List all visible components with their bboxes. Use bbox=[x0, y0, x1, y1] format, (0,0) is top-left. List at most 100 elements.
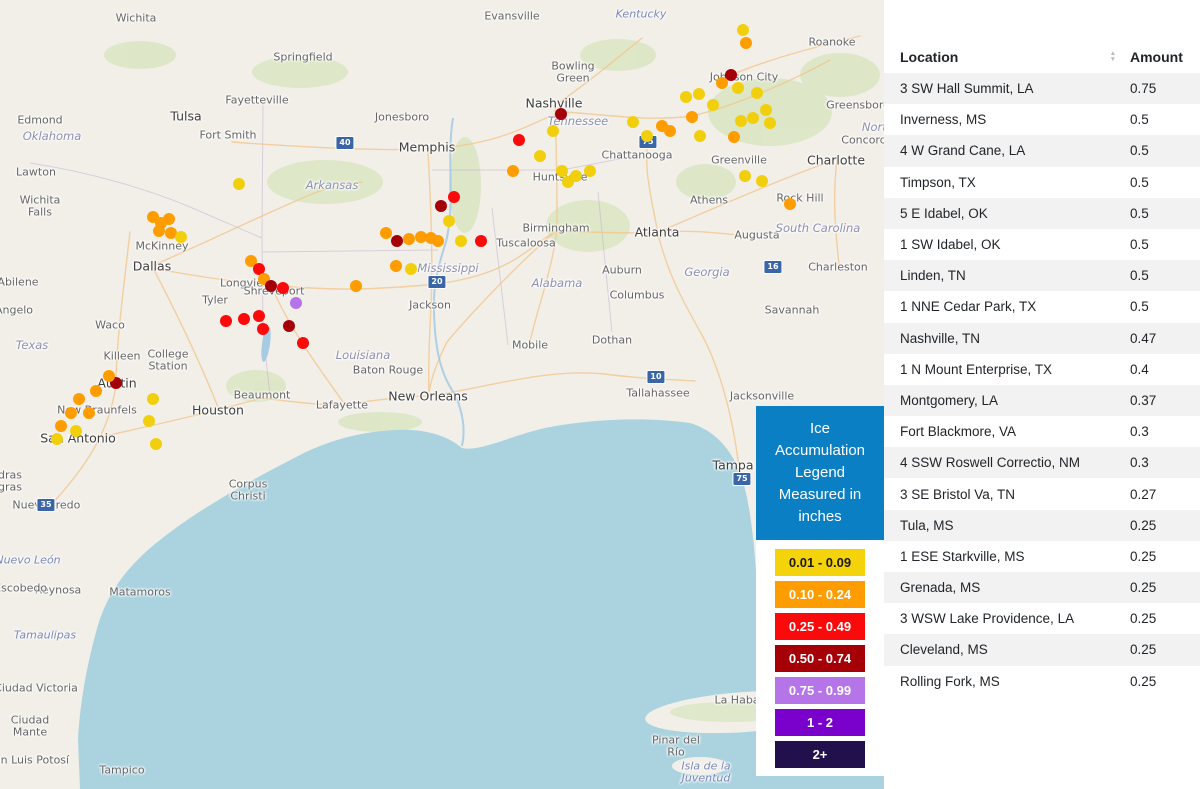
map-marker[interactable] bbox=[534, 150, 546, 162]
table-row[interactable]: 4 W Grand Cane, LA0.5 bbox=[884, 135, 1200, 166]
map-marker[interactable] bbox=[143, 415, 155, 427]
legend-item: 0.10 - 0.24 bbox=[775, 581, 865, 608]
column-header-amount[interactable]: Amount bbox=[1130, 49, 1200, 65]
map-marker[interactable] bbox=[513, 134, 525, 146]
map-marker[interactable] bbox=[735, 115, 747, 127]
table-row[interactable]: 1 NNE Cedar Park, TX0.5 bbox=[884, 291, 1200, 322]
map-marker[interactable] bbox=[693, 88, 705, 100]
map-label: Angelo bbox=[0, 304, 33, 317]
map-marker[interactable] bbox=[297, 337, 309, 349]
map-marker[interactable] bbox=[716, 77, 728, 89]
map-marker[interactable] bbox=[455, 235, 467, 247]
map-marker[interactable] bbox=[751, 87, 763, 99]
map-marker[interactable] bbox=[443, 215, 455, 227]
map-marker[interactable] bbox=[448, 191, 460, 203]
map-marker[interactable] bbox=[103, 370, 115, 382]
map-marker[interactable] bbox=[147, 393, 159, 405]
map-marker[interactable] bbox=[686, 111, 698, 123]
map-marker[interactable] bbox=[664, 125, 676, 137]
map-marker[interactable] bbox=[83, 407, 95, 419]
table-row[interactable]: 3 SE Bristol Va, TN0.27 bbox=[884, 478, 1200, 509]
map-marker[interactable] bbox=[555, 108, 567, 120]
map-marker[interactable] bbox=[562, 176, 574, 188]
map-label: Mississippi bbox=[417, 261, 478, 275]
highway-shield-icon: 35 bbox=[36, 498, 55, 512]
map-marker[interactable] bbox=[73, 393, 85, 405]
map-marker[interactable] bbox=[740, 37, 752, 49]
cell-location: 1 ESE Starkville, MS bbox=[884, 549, 1130, 564]
map-marker[interactable] bbox=[90, 385, 102, 397]
map-marker[interactable] bbox=[627, 116, 639, 128]
table-row[interactable]: Montgomery, LA0.37 bbox=[884, 385, 1200, 416]
map-label: gras bbox=[0, 481, 22, 494]
map-marker[interactable] bbox=[163, 213, 175, 225]
table-row[interactable]: 5 E Idabel, OK0.5 bbox=[884, 198, 1200, 229]
map-marker[interactable] bbox=[253, 310, 265, 322]
map-marker[interactable] bbox=[764, 117, 776, 129]
map-marker[interactable] bbox=[784, 198, 796, 210]
table-row[interactable]: 1 ESE Starkville, MS0.25 bbox=[884, 541, 1200, 572]
map-marker[interactable] bbox=[641, 130, 653, 142]
map-marker[interactable] bbox=[391, 235, 403, 247]
table-row[interactable]: Inverness, MS0.5 bbox=[884, 104, 1200, 135]
highway-shield-icon: 16 bbox=[763, 260, 782, 274]
map-marker[interactable] bbox=[153, 225, 165, 237]
map-marker[interactable] bbox=[584, 165, 596, 177]
map-marker[interactable] bbox=[220, 315, 232, 327]
map-marker[interactable] bbox=[70, 425, 82, 437]
map-marker[interactable] bbox=[728, 131, 740, 143]
map-marker[interactable] bbox=[760, 104, 772, 116]
column-header-location[interactable]: Location ▲ ▼ bbox=[884, 49, 1130, 65]
map-marker[interactable] bbox=[507, 165, 519, 177]
map-marker[interactable] bbox=[747, 112, 759, 124]
map-marker[interactable] bbox=[380, 227, 392, 239]
table-row[interactable]: Grenada, MS0.25 bbox=[884, 572, 1200, 603]
map-marker[interactable] bbox=[65, 407, 77, 419]
map-marker[interactable] bbox=[350, 280, 362, 292]
map-marker[interactable] bbox=[405, 263, 417, 275]
table-row[interactable]: 3 SW Hall Summit, LA0.75 bbox=[884, 73, 1200, 104]
map-marker[interactable] bbox=[277, 282, 289, 294]
map-marker[interactable] bbox=[475, 235, 487, 247]
sort-icon[interactable]: ▲ ▼ bbox=[1110, 51, 1116, 63]
table-row[interactable]: 1 SW Idabel, OK0.5 bbox=[884, 229, 1200, 260]
map-marker[interactable] bbox=[732, 82, 744, 94]
table-row[interactable]: Fort Blackmore, VA0.3 bbox=[884, 416, 1200, 447]
map-marker[interactable] bbox=[290, 297, 302, 309]
map[interactable]: WichitaSpringfieldEvansvilleKentuckyRoan… bbox=[0, 0, 884, 789]
table-row[interactable]: Linden, TN0.5 bbox=[884, 260, 1200, 291]
table-row[interactable]: Timpson, TX0.5 bbox=[884, 167, 1200, 198]
map-marker[interactable] bbox=[390, 260, 402, 272]
map-marker[interactable] bbox=[756, 175, 768, 187]
map-marker[interactable] bbox=[51, 433, 63, 445]
map-marker[interactable] bbox=[435, 200, 447, 212]
map-marker[interactable] bbox=[175, 231, 187, 243]
table-row[interactable]: 3 WSW Lake Providence, LA0.25 bbox=[884, 603, 1200, 634]
map-label: Fort Smith bbox=[199, 129, 256, 142]
map-marker[interactable] bbox=[680, 91, 692, 103]
table-row[interactable]: 1 N Mount Enterprise, TX0.4 bbox=[884, 354, 1200, 385]
map-marker[interactable] bbox=[547, 125, 559, 137]
map-marker[interactable] bbox=[403, 233, 415, 245]
map-marker[interactable] bbox=[150, 438, 162, 450]
map-marker[interactable] bbox=[739, 170, 751, 182]
map-marker[interactable] bbox=[707, 99, 719, 111]
legend-item: 0.75 - 0.99 bbox=[775, 677, 865, 704]
data-table-panel: Location ▲ ▼ Amount 3 SW Hall Summit, LA… bbox=[884, 0, 1200, 789]
table-row[interactable]: Nashville, TN0.47 bbox=[884, 323, 1200, 354]
map-marker[interactable] bbox=[432, 235, 444, 247]
map-marker[interactable] bbox=[233, 178, 245, 190]
table-row[interactable]: Rolling Fork, MS0.25 bbox=[884, 666, 1200, 697]
legend-item: 0.01 - 0.09 bbox=[775, 549, 865, 576]
map-marker[interactable] bbox=[737, 24, 749, 36]
map-marker[interactable] bbox=[238, 313, 250, 325]
table-row[interactable]: 4 SSW Roswell Correctio, NM0.3 bbox=[884, 447, 1200, 478]
table-row[interactable]: Tula, MS0.25 bbox=[884, 510, 1200, 541]
map-marker[interactable] bbox=[55, 420, 67, 432]
map-marker[interactable] bbox=[265, 280, 277, 292]
map-marker[interactable] bbox=[257, 323, 269, 335]
cell-location: Cleveland, MS bbox=[884, 642, 1130, 657]
table-row[interactable]: Cleveland, MS0.25 bbox=[884, 634, 1200, 665]
map-marker[interactable] bbox=[283, 320, 295, 332]
map-marker[interactable] bbox=[694, 130, 706, 142]
